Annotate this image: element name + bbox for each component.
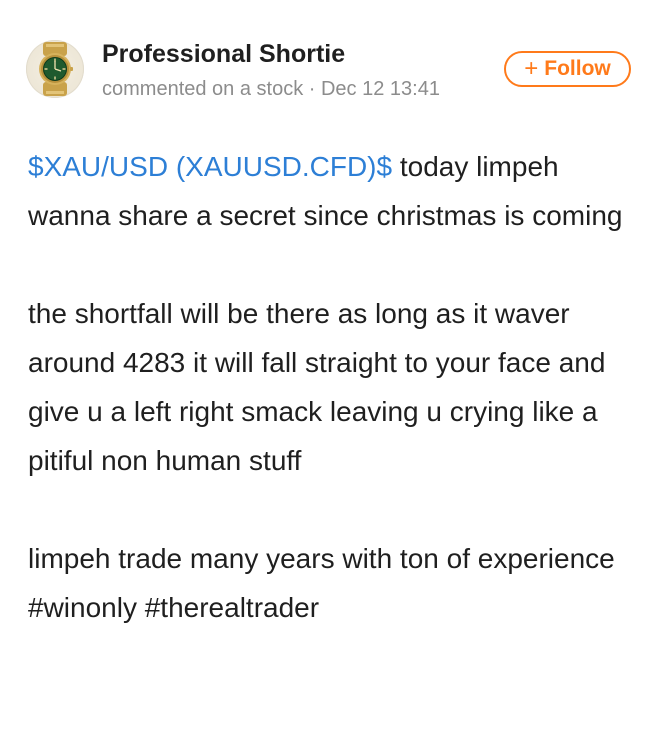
post-paragraph: $XAU/USD (XAUUSD.CFD)$ today limpeh wann… bbox=[28, 142, 638, 240]
post-paragraph: the shortfall will be there as long as i… bbox=[28, 298, 606, 476]
post-body: $XAU/USD (XAUUSD.CFD)$ today limpeh wann… bbox=[28, 142, 638, 632]
post-meta: commented on a stock · Dec 12 13:41 bbox=[102, 78, 440, 100]
author-name[interactable]: Professional Shortie bbox=[102, 40, 345, 69]
watch-icon bbox=[39, 42, 73, 96]
follow-label: Follow bbox=[544, 57, 611, 80]
avatar[interactable] bbox=[26, 40, 84, 98]
post-header: Professional Shortie commented on a stoc… bbox=[0, 0, 660, 130]
post-paragraph: limpeh trade many years with ton of expe… bbox=[28, 543, 615, 623]
plus-icon: + bbox=[524, 55, 539, 82]
ticker-link[interactable]: $XAU/USD (XAUUSD.CFD)$ bbox=[28, 151, 392, 182]
follow-button[interactable]: + Follow bbox=[504, 51, 631, 87]
